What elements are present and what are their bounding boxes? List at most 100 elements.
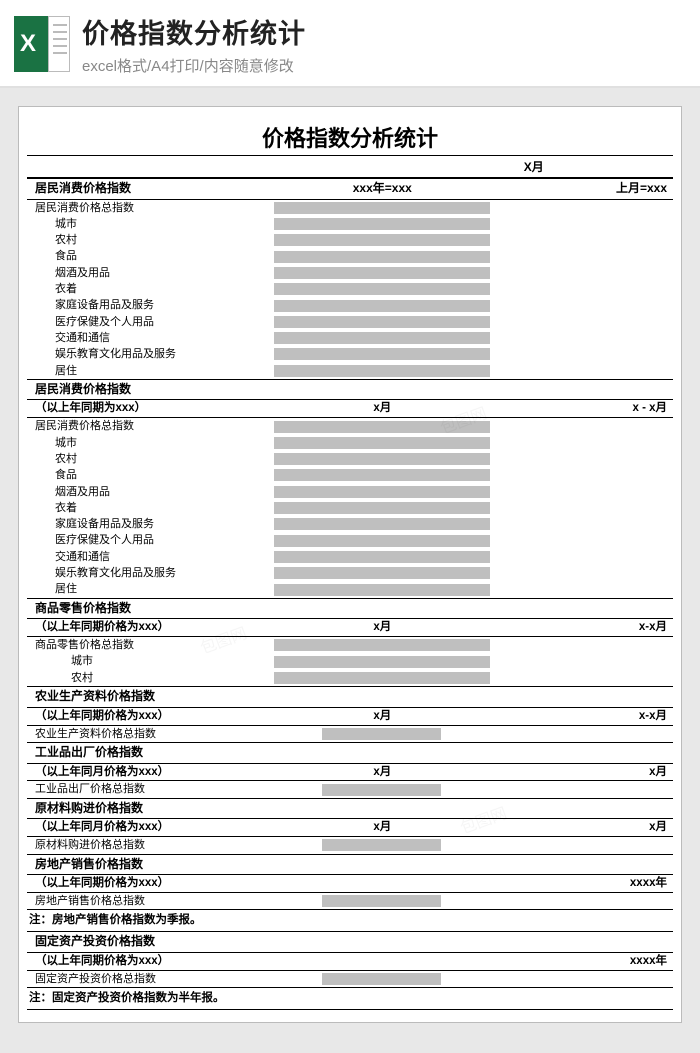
row-value <box>492 893 673 910</box>
row-bar <box>272 725 492 742</box>
table-row: 原材料购进价格总指数 <box>27 837 673 854</box>
row-label: 衣着 <box>27 281 272 297</box>
row-value <box>492 451 673 467</box>
row-label: 商品零售价格总指数 <box>27 637 272 654</box>
header-title: 价格指数分析统计 <box>82 12 306 51</box>
row-label: 农村 <box>27 670 272 687</box>
row-label: 工业品出厂价格总指数 <box>27 781 272 798</box>
row-value <box>492 516 673 532</box>
row-label: 原材料购进价格总指数 <box>27 837 272 854</box>
row-value <box>492 670 673 687</box>
table-row: 居住 <box>27 581 673 598</box>
row-label: 烟酒及用品 <box>27 265 272 281</box>
row-bar <box>272 581 492 598</box>
row-value <box>492 346 673 362</box>
row-label: 城市 <box>27 653 272 669</box>
row-value <box>492 781 673 798</box>
row-bar <box>272 330 492 346</box>
row-value <box>492 199 673 216</box>
table-row: 食品 <box>27 248 673 264</box>
row-bar <box>272 467 492 483</box>
row-value <box>492 970 673 987</box>
note-fixed-asset: 注：固定资产投资价格指数为半年报。 <box>27 988 673 1010</box>
section-head-cpi2: 居民消费价格指数 <box>27 379 673 400</box>
section-head-retail: 商品零售价格指数 <box>27 598 673 619</box>
section-head-agri: 农业生产资料价格指数 <box>27 687 673 708</box>
table-row: 农业生产资料价格总指数 <box>27 725 673 742</box>
row-label: 衣着 <box>27 500 272 516</box>
row-value <box>492 500 673 516</box>
table-row: 居民消费价格总指数 <box>27 199 673 216</box>
row-label: 农村 <box>27 451 272 467</box>
row-label: 房地产销售价格总指数 <box>27 893 272 910</box>
row-bar <box>272 653 492 669</box>
row-bar <box>272 484 492 500</box>
section-sub-fixed-asset: （以上年同期价格为xxx） xxxx年 <box>27 952 673 970</box>
table-row: 商品零售价格总指数 <box>27 637 673 654</box>
table-row: 交通和通信 <box>27 549 673 565</box>
table-row: 衣着 <box>27 281 673 297</box>
table-row: 城市 <box>27 435 673 451</box>
row-label: 居住 <box>27 581 272 598</box>
row-value <box>492 297 673 313</box>
row-value <box>492 653 673 669</box>
row-value <box>492 363 673 380</box>
section-head-raw: 原材料购进价格指数 <box>27 798 673 819</box>
header-subtitle: excel格式/A4打印/内容随意修改 <box>82 55 306 76</box>
row-value <box>492 837 673 854</box>
row-value <box>492 565 673 581</box>
section-head-ppi: 工业品出厂价格指数 <box>27 742 673 763</box>
row-bar <box>272 363 492 380</box>
section-head-fixed-asset: 固定资产投资价格指数 <box>27 932 673 953</box>
data-table: 居民消费价格指数 xxx年=xxx 上月=xxx 居民消费价格总指数城市农村食品… <box>27 178 673 1010</box>
row-label: 交通和通信 <box>27 330 272 346</box>
row-bar <box>272 346 492 362</box>
row-label: 居民消费价格总指数 <box>27 199 272 216</box>
row-value <box>492 418 673 435</box>
note-realestate: 注：房地产销售价格指数为季报。 <box>27 910 673 932</box>
table-row: 娱乐教育文化用品及服务 <box>27 565 673 581</box>
row-value <box>492 265 673 281</box>
row-bar <box>272 500 492 516</box>
row-label: 居民消费价格总指数 <box>27 418 272 435</box>
table-row: 居民消费价格总指数 <box>27 418 673 435</box>
row-label: 固定资产投资价格总指数 <box>27 970 272 987</box>
table-row: 城市 <box>27 216 673 232</box>
row-bar <box>272 893 492 910</box>
section-sub-cpi2: （以上年同期为xxx） x月 x - x月 <box>27 400 673 418</box>
section-sub-retail: （以上年同期价格为xxx） x月 x-x月 <box>27 619 673 637</box>
row-bar <box>272 837 492 854</box>
row-value <box>492 581 673 598</box>
row-value <box>492 232 673 248</box>
row-value <box>492 216 673 232</box>
row-label: 交通和通信 <box>27 549 272 565</box>
row-label: 烟酒及用品 <box>27 484 272 500</box>
row-bar <box>272 297 492 313</box>
row-bar <box>272 781 492 798</box>
row-label: 食品 <box>27 248 272 264</box>
table-row: 工业品出厂价格总指数 <box>27 781 673 798</box>
row-label: 城市 <box>27 435 272 451</box>
row-bar <box>272 670 492 687</box>
row-bar <box>272 435 492 451</box>
row-label: 居住 <box>27 363 272 380</box>
row-value <box>492 435 673 451</box>
document-page: 价格指数分析统计 X月 居民消费价格指数 xxx年=xxx 上月=xxx 居民消… <box>18 106 682 1023</box>
row-bar <box>272 970 492 987</box>
row-value <box>492 637 673 654</box>
row-bar <box>272 216 492 232</box>
excel-icon: X <box>14 16 70 72</box>
row-bar <box>272 281 492 297</box>
row-value <box>492 725 673 742</box>
row-bar <box>272 199 492 216</box>
table-row: 医疗保健及个人用品 <box>27 314 673 330</box>
table-row: 农村 <box>27 670 673 687</box>
table-row: 食品 <box>27 467 673 483</box>
row-bar <box>272 532 492 548</box>
table-row: 房地产销售价格总指数 <box>27 893 673 910</box>
section-sub-raw: （以上年同月价格为xxx） x月 x月 <box>27 819 673 837</box>
row-label: 医疗保健及个人用品 <box>27 314 272 330</box>
row-value <box>492 467 673 483</box>
row-value <box>492 330 673 346</box>
table-row: 固定资产投资价格总指数 <box>27 970 673 987</box>
